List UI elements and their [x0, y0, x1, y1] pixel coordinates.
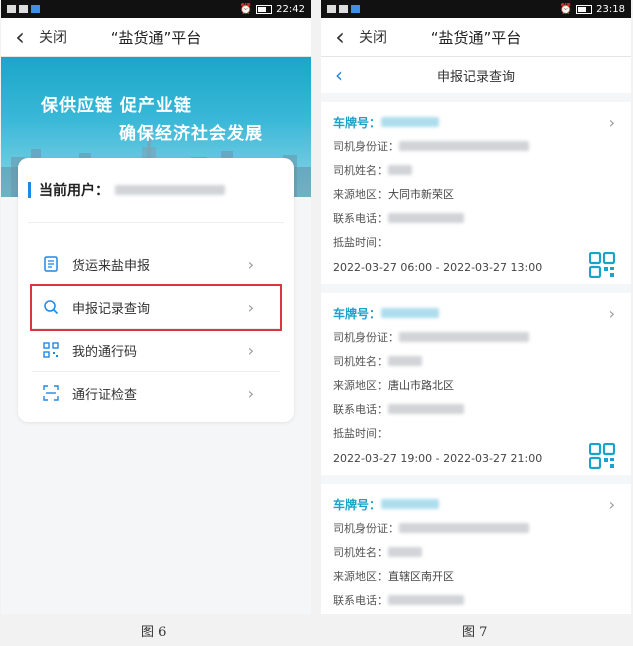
current-user-row: 当前用户： [28, 158, 284, 223]
menu-item-label: 申报记录查询 [72, 301, 151, 317]
document-icon [36, 256, 66, 272]
app-icon [351, 5, 360, 13]
nav-bar: ‹ 关闭 “盐货通”平台 [1, 18, 311, 57]
nav-bar: ‹ 关闭 “盐货通”平台 [321, 18, 631, 57]
menu-card: 当前用户： 货运来盐申报 › 申报记录查询 › 我的通行码 › 通行证检查 › [18, 158, 294, 422]
blurred-phone [388, 595, 464, 605]
phone-label: 联系电话： [333, 212, 388, 225]
back-arrow-icon[interactable]: ‹ [9, 25, 31, 49]
chevron-right-icon: › [247, 340, 254, 360]
status-time: 22:42 [276, 3, 305, 15]
record-card[interactable]: 车牌号： › 司机身份证： 司机姓名： 来源地区： 大同市新荣区 联系电话： 抵盐… [321, 102, 631, 284]
id-label: 司机身份证： [333, 331, 399, 344]
blurred-plate [381, 308, 440, 318]
banner-slogan-1: 保供应链 促产业链 [41, 96, 192, 116]
menu-item-my-pass-code[interactable]: 我的通行码 › [32, 329, 280, 372]
chevron-right-icon: › [247, 383, 254, 403]
divider [313, 0, 319, 614]
origin-value: 唐山市路北区 [388, 379, 454, 392]
blurred-plate [381, 117, 440, 127]
blurred-id [399, 141, 529, 151]
current-user-label: 当前用户： [39, 183, 109, 199]
record-card[interactable]: 车牌号： › 司机身份证： 司机姓名： 来源地区： 直辖区南开区 联系电话： [321, 484, 631, 614]
blurred-name [388, 165, 412, 175]
page-title: “盐货通”平台 [430, 28, 522, 47]
battery-icon [256, 4, 273, 14]
menu-list: 货运来盐申报 › 申报记录查询 › 我的通行码 › 通行证检查 › [30, 243, 282, 414]
blurred-id [399, 523, 529, 533]
figure-caption-right: 图 7 [462, 625, 488, 640]
blurred-username [115, 185, 225, 195]
chevron-right-icon: › [608, 494, 615, 514]
accent-bar [28, 182, 31, 198]
alarm-icon: ⏰ [559, 3, 573, 15]
time-label: 抵盐时间： [333, 427, 388, 440]
battery-icon [576, 4, 593, 14]
blurred-name [388, 547, 422, 557]
id-label: 司机身份证： [333, 140, 399, 153]
blurred-name [388, 356, 422, 366]
back-arrow-icon[interactable]: ‹ [329, 25, 351, 49]
origin-label: 来源地区： [333, 379, 388, 392]
menu-item-label: 我的通行码 [72, 344, 138, 360]
qrcode-icon[interactable] [588, 251, 616, 282]
blurred-phone [388, 213, 464, 223]
chevron-right-icon: › [608, 303, 615, 323]
signal-icon [7, 5, 16, 13]
close-button[interactable]: 关闭 [39, 27, 67, 47]
status-time: 23:18 [596, 3, 625, 15]
origin-value: 大同市新荣区 [388, 188, 454, 201]
phone-screen-right: ⏰ 23:18 ‹ 关闭 “盐货通”平台 ‹ 申报记录查询 车牌号： › 司机身… [321, 0, 631, 614]
chevron-right-icon: › [247, 297, 254, 317]
time-value: 2022-03-27 19:00 - 2022-03-27 21:00 [333, 451, 543, 465]
wifi-icon [339, 5, 348, 13]
plate-label: 车牌号： [333, 306, 382, 321]
banner-slogan-2: 确保经济社会发展 [119, 124, 263, 144]
origin-label: 来源地区： [333, 188, 388, 201]
origin-value: 直辖区南开区 [388, 570, 454, 583]
search-icon [36, 299, 66, 315]
sub-nav-bar: ‹ 申报记录查询 [321, 57, 631, 93]
name-label: 司机姓名： [333, 546, 388, 559]
record-card[interactable]: 车牌号： › 司机身份证： 司机姓名： 来源地区： 唐山市路北区 联系电话： 抵盐… [321, 293, 631, 475]
wifi-icon [19, 5, 28, 13]
menu-item-label: 货运来盐申报 [72, 258, 151, 274]
close-button[interactable]: 关闭 [359, 27, 387, 47]
phone-label: 联系电话： [333, 594, 388, 607]
time-value: 2022-03-27 06:00 - 2022-03-27 13:00 [333, 260, 543, 274]
blurred-id [399, 332, 529, 342]
status-bar: ⏰ 22:42 [1, 0, 311, 18]
chevron-right-icon: › [608, 112, 615, 132]
phone-screen-left: ⏰ 22:42 ‹ 关闭 “盐货通”平台 保供应链 促产业链 确保经济社会发展 [1, 0, 311, 614]
name-label: 司机姓名： [333, 164, 388, 177]
plate-label: 车牌号： [333, 497, 382, 512]
figure-caption-left: 图 6 [141, 625, 167, 640]
menu-item-record-query[interactable]: 申报记录查询 › [30, 284, 282, 331]
menu-item-label: 通行证检查 [72, 387, 138, 403]
qrcode-icon [36, 342, 66, 358]
alarm-icon: ⏰ [239, 3, 253, 15]
name-label: 司机姓名： [333, 355, 388, 368]
status-icons [327, 5, 360, 13]
signal-icon [327, 5, 336, 13]
scan-icon [36, 385, 66, 401]
qrcode-icon[interactable] [588, 442, 616, 473]
phone-label: 联系电话： [333, 403, 388, 416]
blurred-plate [381, 499, 440, 509]
chevron-right-icon: › [247, 254, 254, 274]
app-icon [31, 5, 40, 13]
origin-label: 来源地区： [333, 570, 388, 583]
blurred-phone [388, 404, 464, 414]
page-title: “盐货通”平台 [110, 28, 202, 47]
status-bar: ⏰ 23:18 [321, 0, 631, 18]
sub-page-title: 申报记录查询 [436, 69, 515, 85]
menu-item-pass-check[interactable]: 通行证检查 › [32, 372, 280, 414]
status-icons [7, 5, 40, 13]
time-label: 抵盐时间： [333, 236, 388, 249]
plate-label: 车牌号： [333, 115, 382, 130]
id-label: 司机身份证： [333, 522, 399, 535]
menu-item-salt-declaration[interactable]: 货运来盐申报 › [32, 243, 280, 286]
